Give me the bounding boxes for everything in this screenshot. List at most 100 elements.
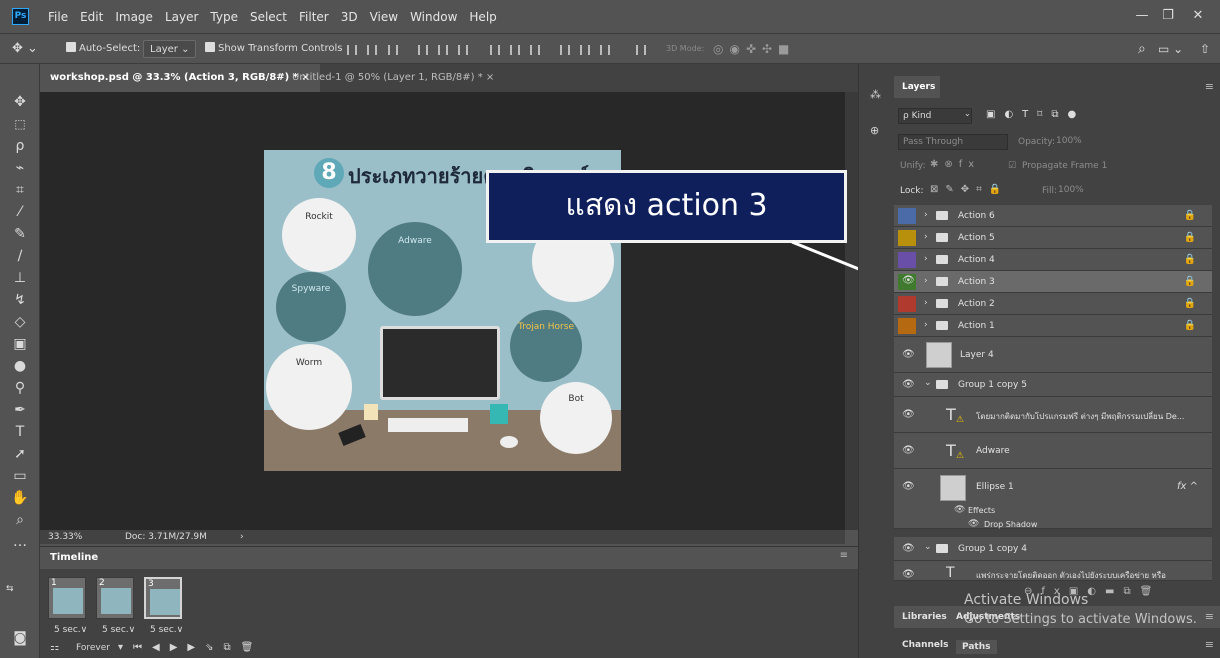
layer-row-action-5[interactable]: › Action 5 🔒	[894, 227, 1212, 249]
workspace-icon[interactable]: ▭ ⌄	[1158, 40, 1183, 58]
layer-row-text-partial[interactable]: 👁 T แพร่กระจายโดยติดออก ตัวเองไปยังระบบเ…	[894, 561, 1212, 581]
chevron-down-icon[interactable]: ⌄	[924, 378, 932, 388]
timeline-frame[interactable]: 2	[96, 577, 134, 619]
auto-align-icon[interactable]	[636, 45, 646, 55]
move-tool-icon[interactable]: ✥	[10, 92, 30, 112]
menu-view[interactable]: View	[370, 10, 398, 24]
layer-row-action-1[interactable]: › Action 1 🔒	[894, 315, 1212, 337]
layer-row-layer-4[interactable]: 👁 Layer 4	[894, 337, 1212, 373]
menu-file[interactable]: File	[48, 10, 68, 24]
align-top-icon[interactable]	[347, 45, 357, 55]
fx-icon[interactable]: fx ^	[1177, 481, 1198, 492]
distribute-hcenter-icon[interactable]	[580, 45, 590, 55]
eye-icon[interactable]: 👁	[902, 569, 915, 580]
chevron-right-icon[interactable]: ›	[924, 210, 928, 220]
timeline-frame-selected[interactable]: 3	[144, 577, 182, 619]
lasso-tool-icon[interactable]: ρ	[10, 136, 30, 156]
lock-icons[interactable]: ⊠✎✥⌗🔒	[930, 184, 1008, 195]
chevron-down-icon[interactable]: ⌄	[964, 109, 971, 118]
chevron-right-icon[interactable]: ›	[924, 320, 928, 330]
fill-field[interactable]: 100%	[1058, 185, 1084, 195]
tab-workshop[interactable]: workshop.psd @ 33.3% (Action 3, RGB/8#) …	[40, 64, 320, 92]
gradient-tool-icon[interactable]: ▣	[10, 334, 30, 354]
align-right-icon[interactable]	[458, 45, 468, 55]
kind-filter-dropdown[interactable]: ρ Kind	[898, 108, 972, 124]
layers-tab[interactable]: Layers	[894, 76, 940, 98]
align-vcenter-icon[interactable]	[367, 45, 377, 55]
eye-icon[interactable]: 👁	[902, 543, 915, 554]
panel-menu-icon[interactable]: ≡	[1205, 610, 1214, 623]
menu-3d[interactable]: 3D	[341, 10, 358, 24]
menu-layer[interactable]: Layer	[165, 10, 198, 24]
eye-icon[interactable]: 👁	[902, 409, 915, 420]
move-tool-icon[interactable]: ✥ ⌄	[12, 40, 38, 58]
distribute-top-icon[interactable]	[490, 45, 500, 55]
distribute-right-icon[interactable]	[600, 45, 610, 55]
layer-row-text-1[interactable]: 👁 T ⚠ โดยมากติดมากับโปรแกรมฟรี ต่างๆ มีพ…	[894, 397, 1212, 433]
opacity-field[interactable]: 100%	[1056, 136, 1082, 146]
share-icon[interactable]: ⇧	[1200, 40, 1210, 58]
convert-icon[interactable]: ⚏	[50, 642, 59, 653]
panel-menu-icon[interactable]: ≡	[1205, 80, 1214, 93]
panel-menu-icon[interactable]: ≡	[840, 550, 848, 561]
blend-mode-dropdown[interactable]: Pass Through	[898, 134, 1008, 150]
path-select-tool-icon[interactable]: ➚	[10, 444, 30, 464]
layer-row-action-4[interactable]: › Action 4 🔒	[894, 249, 1212, 271]
menu-edit[interactable]: Edit	[80, 10, 103, 24]
eye-icon[interactable]: 👁	[902, 275, 915, 286]
eye-icon[interactable]: 👁	[902, 379, 915, 390]
zoom-level[interactable]: 33.33%	[48, 532, 82, 542]
healing-brush-tool-icon[interactable]: ✎	[10, 224, 30, 244]
auto-select-checkbox[interactable]: Auto-Select:	[66, 40, 140, 58]
3d-mode-icons[interactable]: ◎◉✜✣■	[713, 40, 795, 58]
brush-tool-icon[interactable]: ∕	[10, 246, 30, 266]
quick-select-tool-icon[interactable]: ⌁	[10, 158, 30, 178]
restore-icon[interactable]: ❐	[1157, 6, 1179, 26]
history-brush-tool-icon[interactable]: ↯	[10, 290, 30, 310]
propagate-checkbox-icon[interactable]: ☑	[1008, 161, 1016, 171]
more-tools-icon[interactable]: …	[10, 532, 30, 552]
eye-icon[interactable]: 👁	[902, 481, 915, 492]
align-left-icon[interactable]	[418, 45, 428, 55]
eye-icon[interactable]: 👁	[954, 505, 965, 515]
crop-tool-icon[interactable]: ⌗	[10, 180, 30, 200]
properties-panel-icon[interactable]: ⊕	[870, 124, 879, 137]
tab-paths[interactable]: Paths	[956, 640, 997, 654]
panel-menu-icon[interactable]: ≡	[1205, 638, 1214, 651]
eye-icon[interactable]: 👁	[902, 349, 915, 360]
tab-untitled[interactable]: Untitled-1 @ 50% (Layer 1, RGB/8#) * ×	[282, 64, 504, 92]
distribute-vcenter-icon[interactable]	[510, 45, 520, 55]
swap-colors-icon[interactable]: ⇆	[6, 584, 14, 594]
eraser-tool-icon[interactable]: ◇	[10, 312, 30, 332]
chevron-right-icon[interactable]: ›	[924, 298, 928, 308]
layer-row-text-adware[interactable]: 👁 T ⚠ Adware	[894, 433, 1212, 469]
quick-mask-icon[interactable]: ◙	[10, 628, 30, 648]
menu-select[interactable]: Select	[250, 10, 287, 24]
type-tool-icon[interactable]: T	[10, 422, 30, 442]
pen-tool-icon[interactable]: ✒	[10, 400, 30, 420]
close-icon[interactable]: ✕	[1187, 6, 1209, 26]
search-icon[interactable]: ⌕	[1138, 40, 1146, 58]
layer-row-action-2[interactable]: › Action 2 🔒	[894, 293, 1212, 315]
loop-dropdown[interactable]: Forever	[76, 643, 110, 653]
playback-controls[interactable]: ▾⏮◀▶▶⇘⧉🗑	[118, 642, 263, 653]
show-transform-checkbox[interactable]: Show Transform Controls	[205, 40, 342, 58]
tab-channels[interactable]: Channels	[902, 640, 948, 650]
menu-type[interactable]: Type	[210, 10, 238, 24]
status-expand-icon[interactable]: ›	[240, 532, 244, 542]
distribute-left-icon[interactable]	[560, 45, 570, 55]
layer-row-action-3[interactable]: 👁 › Action 3 🔒	[894, 271, 1212, 293]
menu-filter[interactable]: Filter	[299, 10, 329, 24]
rectangle-tool-icon[interactable]: ▭	[10, 466, 30, 486]
hand-tool-icon[interactable]: ✋	[10, 488, 30, 508]
chevron-down-icon[interactable]: ⌄	[924, 542, 932, 552]
minimize-icon[interactable]: —	[1131, 6, 1153, 26]
unify-icons[interactable]: ✱⊗fx	[930, 159, 980, 170]
marquee-tool-icon[interactable]: ⬚	[10, 114, 30, 134]
eyedropper-tool-icon[interactable]: ⁄	[10, 202, 30, 222]
menu-help[interactable]: Help	[469, 10, 496, 24]
dodge-tool-icon[interactable]: ⚲	[10, 378, 30, 398]
zoom-tool-icon[interactable]: ⌕	[10, 510, 30, 530]
chevron-right-icon[interactable]: ›	[924, 232, 928, 242]
filter-type-icons[interactable]: ▣◐T⌑⧉●	[986, 109, 1085, 120]
